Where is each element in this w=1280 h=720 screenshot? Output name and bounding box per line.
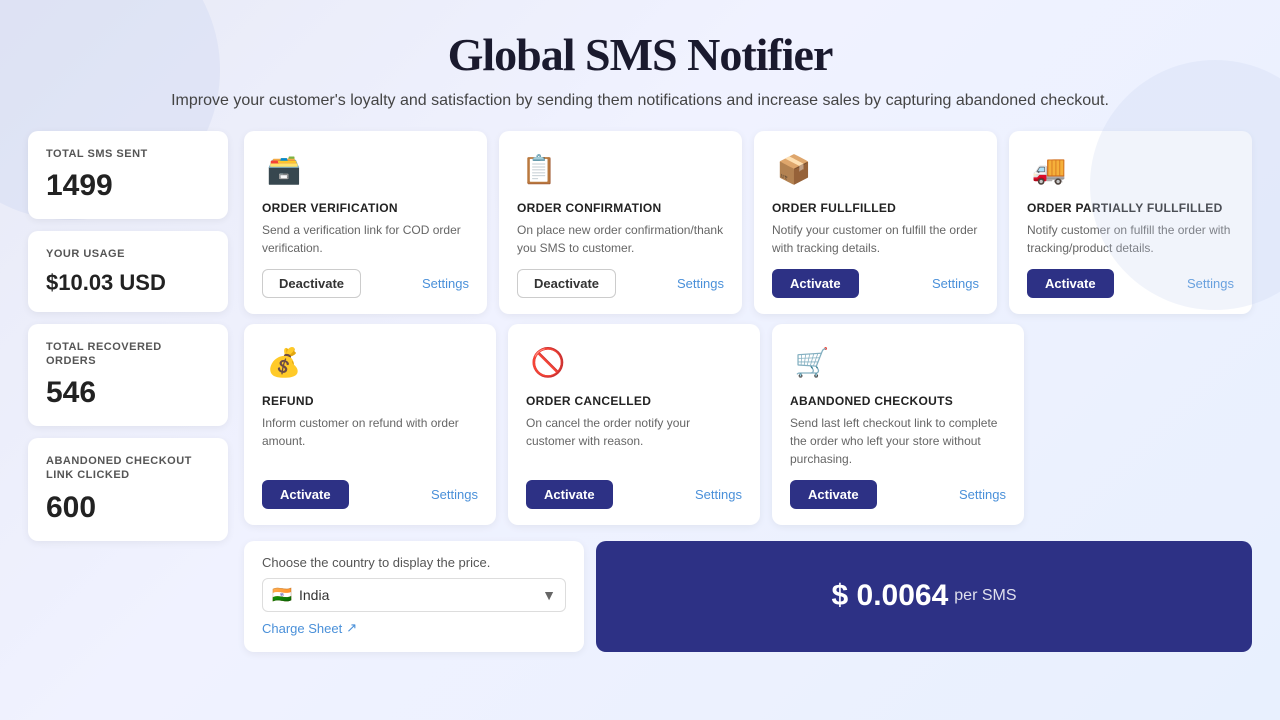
order-cancelled-title: ORDER CANCELLED xyxy=(526,394,742,408)
charge-sheet-label: Charge Sheet xyxy=(262,621,342,636)
abandoned-checkouts-desc: Send last left checkout link to complete… xyxy=(790,414,1006,468)
empty-spacer xyxy=(1036,324,1252,525)
order-fulfilled-button[interactable]: Activate xyxy=(772,269,859,298)
page-title: Global SMS Notifier xyxy=(20,28,1260,81)
stat-total-recovered: TOTAL RECOVERED ORDERS 546 xyxy=(28,324,228,427)
order-partially-fulfilled-desc: Notify customer on fulfill the order wit… xyxy=(1027,221,1234,257)
card-abandoned-checkouts: 🛒 ABANDONED CHECKOUTS Send last left che… xyxy=(772,324,1024,525)
cards-row-2: 💰 REFUND Inform customer on refund with … xyxy=(244,324,1252,525)
abandoned-checkouts-button[interactable]: Activate xyxy=(790,480,877,509)
card-order-verification: 🗃️ ORDER VERIFICATION Send a verificatio… xyxy=(244,131,487,314)
total-recovered-label: TOTAL RECOVERED ORDERS xyxy=(46,340,210,369)
page-header: Global SMS Notifier Improve your custome… xyxy=(20,0,1260,131)
chevron-down-icon: ▼ xyxy=(542,587,556,603)
card-order-partially-fulfilled: 🚚 ORDER PARTIALLY FULLFILLED Notify cust… xyxy=(1009,131,1252,314)
total-sms-label: TOTAL SMS SENT xyxy=(46,147,210,161)
order-verification-actions: Deactivate Settings xyxy=(262,269,469,298)
pricing-area: Choose the country to display the price.… xyxy=(244,541,1252,652)
stat-total-sms-sent: TOTAL SMS SENT 1499 xyxy=(28,131,228,219)
order-verification-button[interactable]: Deactivate xyxy=(262,269,361,298)
your-usage-value: $10.03 USD xyxy=(46,270,210,296)
cards-area: 🗃️ ORDER VERIFICATION Send a verificatio… xyxy=(244,131,1252,652)
abandoned-checkout-value: 600 xyxy=(46,491,210,525)
refund-desc: Inform customer on refund with order amo… xyxy=(262,414,478,468)
your-usage-label: YOUR USAGE xyxy=(46,247,210,261)
abandoned-checkouts-title: ABANDONED CHECKOUTS xyxy=(790,394,1006,408)
country-select-wrapper: 🇮🇳 India USA UK ▼ xyxy=(262,578,566,612)
order-partially-fulfilled-settings[interactable]: Settings xyxy=(1187,276,1234,291)
country-label: Choose the country to display the price. xyxy=(262,555,566,570)
order-cancelled-button[interactable]: Activate xyxy=(526,480,613,509)
order-cancelled-desc: On cancel the order notify your customer… xyxy=(526,414,742,468)
order-fulfilled-actions: Activate Settings xyxy=(772,269,979,298)
price-display: $ 0.0064 per SMS xyxy=(596,541,1252,652)
page-subtitle: Improve your customer's loyalty and sati… xyxy=(20,89,1260,113)
india-flag-icon: 🇮🇳 xyxy=(272,585,292,605)
main-layout: TOTAL SMS SENT 1499 YOUR USAGE $10.03 US… xyxy=(20,131,1260,652)
order-verification-icon: 🗃️ xyxy=(262,147,306,191)
order-confirmation-desc: On place new order confirmation/thank yo… xyxy=(517,221,724,257)
order-confirmation-settings[interactable]: Settings xyxy=(677,276,724,291)
charge-sheet-link[interactable]: Charge Sheet ↗ xyxy=(262,620,357,636)
external-link-icon: ↗ xyxy=(346,620,357,636)
order-partially-fulfilled-button[interactable]: Activate xyxy=(1027,269,1114,298)
total-recovered-value: 546 xyxy=(46,376,210,410)
order-confirmation-button[interactable]: Deactivate xyxy=(517,269,616,298)
order-partially-fulfilled-icon: 🚚 xyxy=(1027,147,1071,191)
order-cancelled-settings[interactable]: Settings xyxy=(695,487,742,502)
abandoned-checkout-label: ABANDONED CHECKOUT LINK CLICKED xyxy=(46,454,210,483)
order-fulfilled-icon: 📦 xyxy=(772,147,816,191)
order-partially-fulfilled-actions: Activate Settings xyxy=(1027,269,1234,298)
stat-abandoned-checkout: ABANDONED CHECKOUT LINK CLICKED 600 xyxy=(28,438,228,541)
order-confirmation-icon: 📋 xyxy=(517,147,561,191)
card-refund: 💰 REFUND Inform customer on refund with … xyxy=(244,324,496,525)
card-order-fulfilled: 📦 ORDER FULLFILLED Notify your customer … xyxy=(754,131,997,314)
price-unit: per SMS xyxy=(954,587,1016,605)
refund-actions: Activate Settings xyxy=(262,480,478,509)
order-fulfilled-settings[interactable]: Settings xyxy=(932,276,979,291)
card-order-cancelled: 🚫 ORDER CANCELLED On cancel the order no… xyxy=(508,324,760,525)
stats-sidebar: TOTAL SMS SENT 1499 YOUR USAGE $10.03 US… xyxy=(28,131,228,652)
cards-row-1: 🗃️ ORDER VERIFICATION Send a verificatio… xyxy=(244,131,1252,314)
order-confirmation-actions: Deactivate Settings xyxy=(517,269,724,298)
refund-icon: 💰 xyxy=(262,340,306,384)
order-verification-title: ORDER VERIFICATION xyxy=(262,201,469,215)
country-select[interactable]: India USA UK xyxy=(262,578,566,612)
price-amount: $ 0.0064 xyxy=(831,579,948,613)
stat-your-usage: YOUR USAGE $10.03 USD xyxy=(28,231,228,311)
order-verification-desc: Send a verification link for COD order v… xyxy=(262,221,469,257)
card-order-confirmation: 📋 ORDER CONFIRMATION On place new order … xyxy=(499,131,742,314)
country-selector: Choose the country to display the price.… xyxy=(244,541,584,652)
abandoned-checkouts-actions: Activate Settings xyxy=(790,480,1006,509)
order-fulfilled-desc: Notify your customer on fulfill the orde… xyxy=(772,221,979,257)
order-confirmation-title: ORDER CONFIRMATION xyxy=(517,201,724,215)
refund-title: REFUND xyxy=(262,394,478,408)
order-cancelled-actions: Activate Settings xyxy=(526,480,742,509)
refund-button[interactable]: Activate xyxy=(262,480,349,509)
order-cancelled-icon: 🚫 xyxy=(526,340,570,384)
order-fulfilled-title: ORDER FULLFILLED xyxy=(772,201,979,215)
abandoned-checkouts-icon: 🛒 xyxy=(790,340,834,384)
order-verification-settings[interactable]: Settings xyxy=(422,276,469,291)
total-sms-value: 1499 xyxy=(46,169,210,203)
refund-settings[interactable]: Settings xyxy=(431,487,478,502)
order-partially-fulfilled-title: ORDER PARTIALLY FULLFILLED xyxy=(1027,201,1234,215)
abandoned-checkouts-settings[interactable]: Settings xyxy=(959,487,1006,502)
